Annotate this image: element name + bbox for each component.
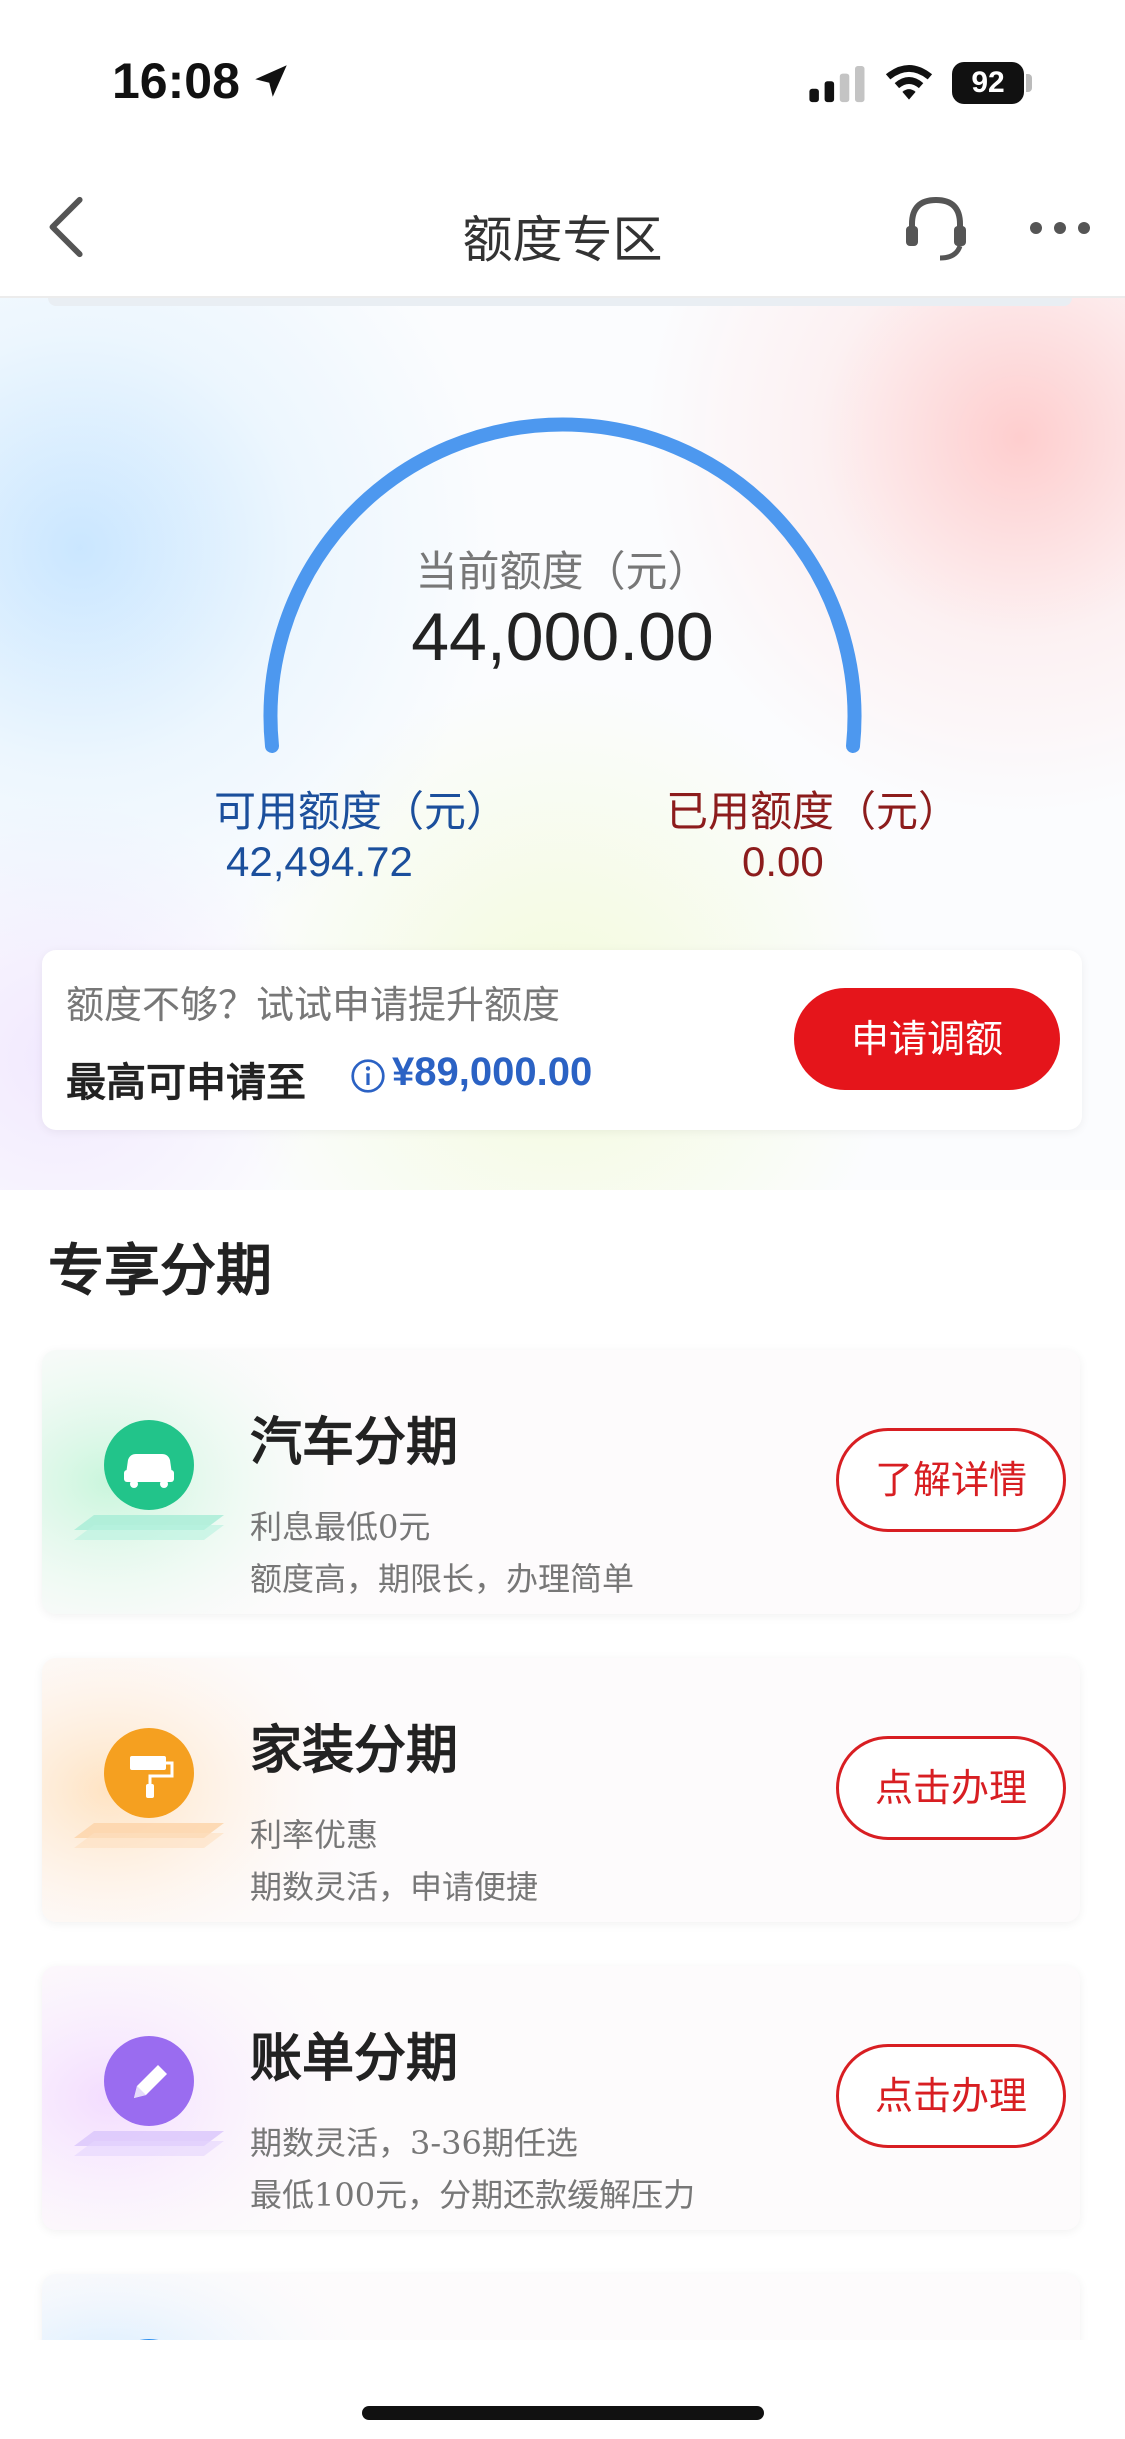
product-line1: 期数灵活，3-36期任选 [250,2124,578,2162]
bottom-safe-area [0,2340,1125,2439]
hero-top-strip [48,298,1072,306]
apply-now-button[interactable]: 点击办理 [836,2044,1066,2148]
product-line2: 期数灵活，申请便捷 [250,1868,539,1906]
raise-prefix: 最高可申请至 [66,1060,306,1106]
available-credit-value: 42,494.72 [226,838,413,885]
section-title: 专享分期 [48,1239,272,1304]
status-bar: 16:08 92 [0,0,1125,160]
available-credit-label: 可用额度（元） [214,787,509,836]
product-title: 账单分期 [250,2029,459,2089]
current-credit-label: 当前额度（元） [415,547,710,596]
product-title: 家装分期 [250,1721,459,1781]
learn-more-button[interactable]: 了解详情 [836,1428,1066,1532]
raise-hint: 额度不够？试试申请提升额度 [66,983,561,1027]
battery-tip [1026,74,1032,92]
location-arrow-icon [255,65,287,97]
product-card-home[interactable]: 家装分期 利率优惠 期数灵活，申请便捷 点击办理 [42,1658,1080,1922]
more-icon[interactable] [1026,204,1096,254]
current-credit-value: 44,000.00 [411,599,714,675]
signal-icon [809,66,865,103]
status-time: 16:08 [112,53,240,109]
used-credit-label: 已用额度（元） [666,787,961,836]
home-indicator[interactable] [362,2406,764,2420]
raise-limit-card: 额度不够？试试申请提升额度 最高可申请至 ¥89,000.00 申请调额 [42,950,1082,1130]
apply-adjust-button[interactable]: 申请调额 [794,988,1060,1090]
product-line2: 额度高，期限长，办理简单 [250,1560,635,1598]
product-title: 汽车分期 [250,1413,459,1473]
credit-overview: 当前额度（元） 44,000.00 可用额度（元） 42,494.72 已用额度… [0,298,1125,1190]
used-credit-value: 0.00 [742,838,824,885]
apply-now-button[interactable]: 点击办理 [836,1736,1066,1840]
product-card-bill[interactable]: 账单分期 期数灵活，3-36期任选 最低100元，分期还款缓解压力 点击办理 [42,1966,1080,2230]
wifi-icon [885,64,933,100]
product-line1: 利息最低0元 [250,1508,431,1546]
product-line2: 最低100元，分期还款缓解压力 [250,2176,696,2214]
product-line1: 利率优惠 [250,1816,379,1854]
max-raise-amount: ¥89,000.00 [392,1050,593,1094]
customer-service-icon[interactable] [896,188,976,268]
product-card-car[interactable]: 汽车分期 利息最低0元 额度高，期限长，办理简单 了解详情 [42,1350,1080,1614]
nav-bar: 额度专区 [0,160,1125,298]
info-icon[interactable] [350,1058,386,1094]
battery-icon: 92 [952,62,1024,104]
paint-roller-icon [74,1728,224,1848]
pencil-icon [74,2036,224,2156]
car-icon [74,1420,224,1540]
